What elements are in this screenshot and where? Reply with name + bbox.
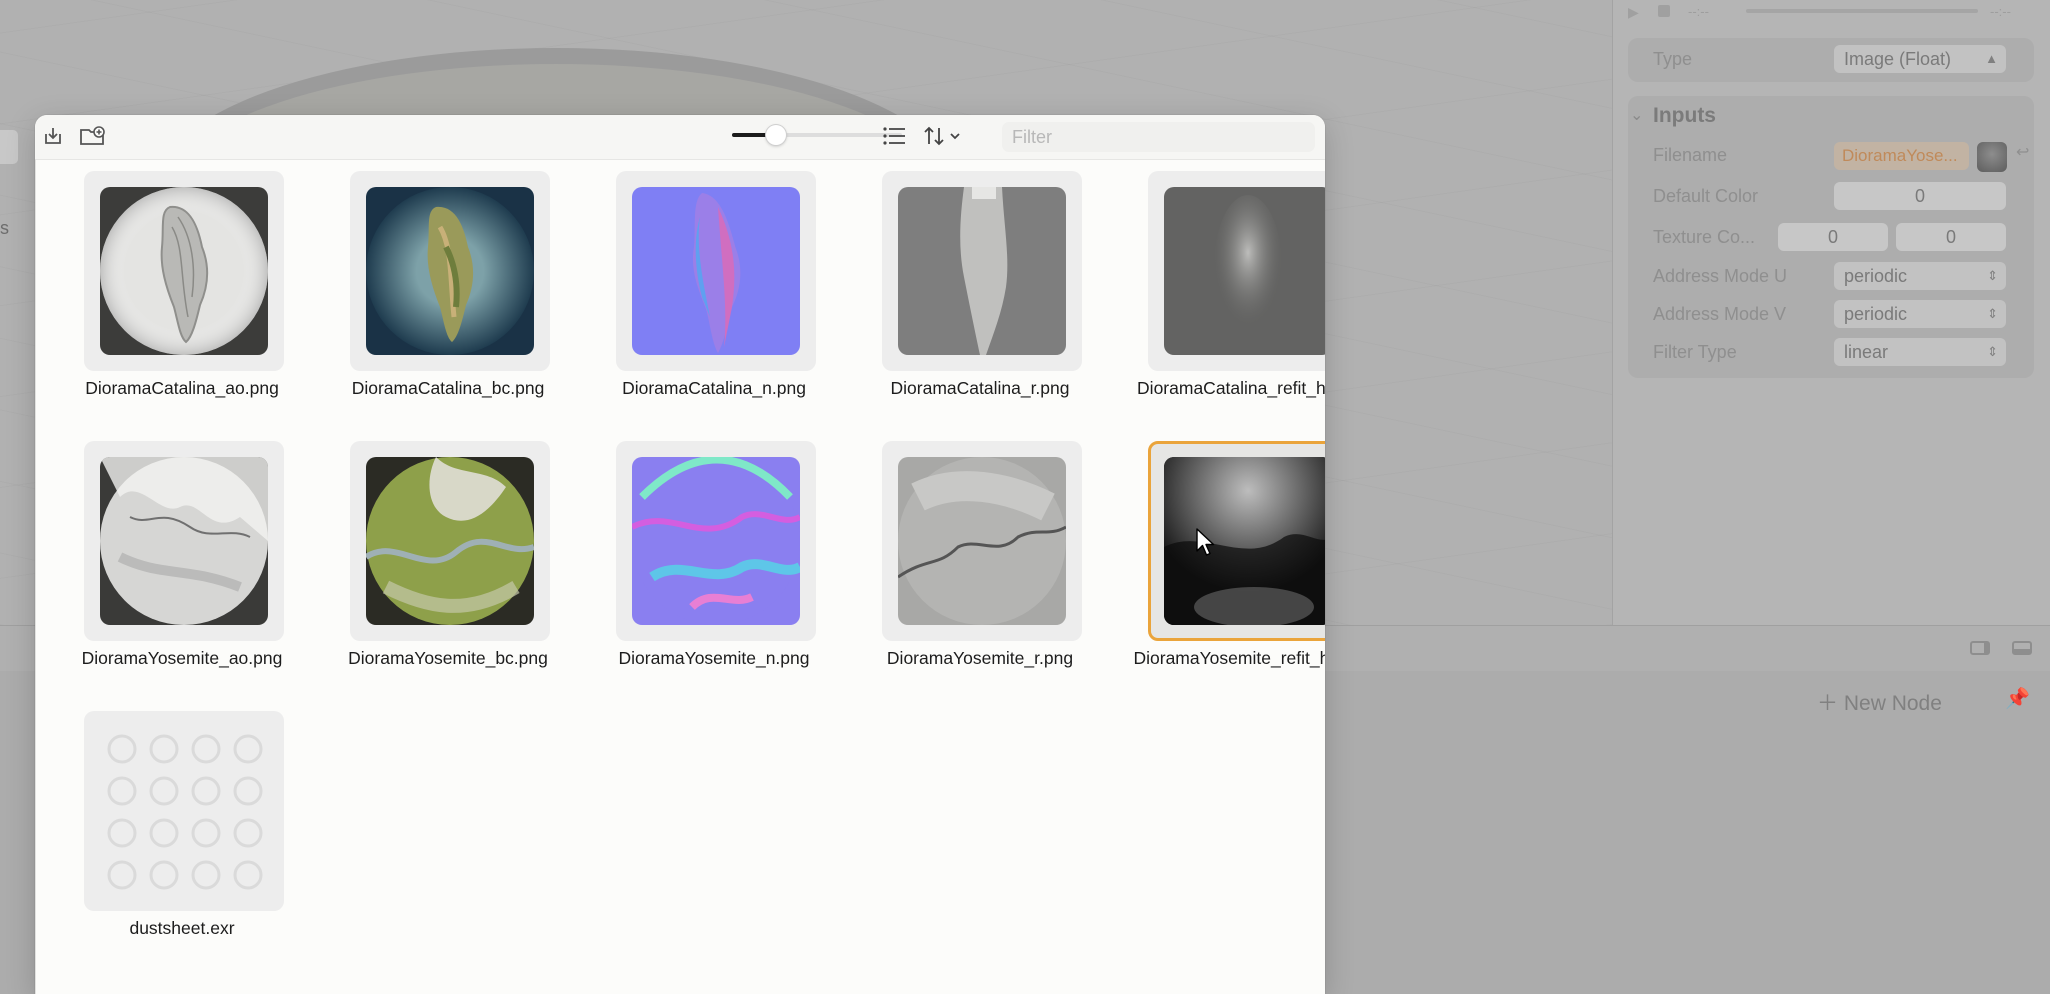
filter-type-value: linear	[1844, 342, 1889, 362]
file-name-label: DioramaYosemite_n.png	[618, 648, 810, 668]
sidebar-toggle-icon[interactable]	[1970, 641, 1990, 655]
file-tile[interactable]: DioramaCatalina_refit_h.exr	[1113, 171, 1325, 421]
thumbnail-image	[366, 457, 534, 625]
file-tile[interactable]: DioramaCatalina_ao.png	[49, 171, 315, 421]
bottom-panel-toggle-icon[interactable]	[2012, 641, 2032, 655]
file-name-label: DioramaCatalina_bc.png	[351, 378, 545, 398]
file-thumbnail[interactable]	[616, 441, 816, 641]
updown-icon: ⇕	[1987, 306, 1998, 321]
file-name-label: DioramaCatalina_refit_h.exr	[1137, 378, 1325, 398]
reset-icon[interactable]: ↩	[2016, 142, 2029, 162]
file-thumbnail[interactable]	[616, 171, 816, 371]
time-start: --:--	[1688, 4, 1709, 19]
sort-icon[interactable]	[923, 125, 967, 152]
address-mode-u-select[interactable]: periodic ⇕	[1834, 262, 2006, 290]
file-thumbnail[interactable]	[84, 711, 284, 911]
file-picker-toolbar	[35, 115, 1325, 160]
file-name-label: DioramaCatalina_r.png	[890, 378, 1070, 398]
file-picker-sheet: DioramaCatalina_ao.png DioramaCatalina_bc…	[35, 115, 1325, 994]
filter-type-select[interactable]: linear ⇕	[1834, 338, 2006, 366]
address-mode-v-select[interactable]: periodic ⇕	[1834, 300, 2006, 328]
file-name-label: dustsheet.exr	[129, 918, 235, 938]
time-end: --:--	[1990, 4, 2011, 19]
slider-knob[interactable]	[766, 125, 786, 145]
file-tile[interactable]: DioramaYosemite_bc.png	[315, 441, 581, 691]
file-thumbnail[interactable]	[1148, 441, 1325, 641]
address-mode-u-label: Address Mode U	[1653, 266, 1788, 286]
file-thumbnail[interactable]	[84, 441, 284, 641]
file-tile[interactable]: DioramaYosemite_r.png	[847, 441, 1113, 691]
thumbnail-image	[100, 457, 268, 625]
plus-icon: ＋	[1817, 692, 1838, 715]
file-thumbnail[interactable]	[882, 171, 1082, 371]
updown-icon: ▲	[1985, 51, 1998, 66]
thumbnail-image	[632, 187, 800, 355]
chevron-down-icon[interactable]: ⌄	[1630, 105, 1643, 125]
default-color-label: Default Color	[1653, 186, 1759, 206]
pin-icon[interactable]: 📌	[2005, 686, 2030, 711]
timeline-scrubber[interactable]	[1746, 9, 1978, 13]
sidebar-selection-fragment	[0, 130, 18, 164]
texture-coord-v-field[interactable]: 0	[1896, 223, 2006, 251]
file-tile[interactable]: dustsheet.exr	[49, 711, 315, 961]
file-thumbnail[interactable]	[1148, 171, 1325, 371]
address-mode-v-value: periodic	[1844, 304, 1908, 324]
filename-thumbnail[interactable]	[1977, 142, 2007, 172]
file-thumbnail[interactable]	[350, 171, 550, 371]
type-select[interactable]: Image (Float) ▲	[1834, 45, 2006, 73]
sheet-divider	[35, 159, 36, 994]
file-tile[interactable]: DioramaYosemite_n.png	[581, 441, 847, 691]
filter-input[interactable]	[1002, 122, 1315, 152]
inputs-section-title: Inputs	[1653, 104, 1716, 127]
type-label: Type	[1653, 49, 1693, 69]
thumbnail-image	[100, 187, 268, 355]
new-folder-icon[interactable]	[79, 125, 107, 152]
thumbnail-image	[1164, 457, 1325, 625]
file-tile[interactable]: DioramaCatalina_n.png	[581, 171, 847, 421]
default-color-field[interactable]: 0	[1834, 182, 2006, 210]
file-name-label: DioramaYosemite_ao.png	[81, 648, 283, 668]
thumbnail-image	[366, 187, 534, 355]
updown-icon: ⇕	[1987, 268, 1998, 283]
file-thumbnail[interactable]	[84, 171, 284, 371]
stop-icon[interactable]	[1658, 5, 1670, 17]
file-name-label: DioramaYosemite_refit_h.exr	[1133, 648, 1325, 668]
file-tile[interactable]: DioramaCatalina_bc.png	[315, 171, 581, 421]
thumbnail-size-slider[interactable]	[732, 125, 902, 145]
import-icon[interactable]	[42, 125, 64, 152]
filename-label: Filename	[1653, 145, 1728, 165]
updown-icon: ⇕	[1987, 344, 1998, 359]
new-node-button[interactable]: ＋ New Node	[1817, 687, 1942, 717]
thumbnail-image	[898, 457, 1066, 625]
file-name-label: DioramaCatalina_ao.png	[85, 378, 279, 398]
thumbnail-image	[100, 727, 268, 895]
file-thumbnail[interactable]	[350, 441, 550, 641]
address-mode-u-value: periodic	[1844, 266, 1908, 286]
sidebar-text-fragment: s	[0, 218, 9, 238]
file-thumbnail[interactable]	[882, 441, 1082, 641]
file-name-label: DioramaYosemite_bc.png	[348, 648, 548, 668]
thumbnail-image	[898, 187, 1066, 355]
file-name-label: DioramaYosemite_r.png	[886, 648, 1074, 668]
type-select-value: Image (Float)	[1844, 49, 1952, 69]
list-view-icon[interactable]	[882, 126, 906, 151]
file-tile[interactable]: DioramaCatalina_r.png	[847, 171, 1113, 421]
texture-coord-u-field[interactable]: 0	[1778, 223, 1888, 251]
thumbnail-image	[632, 457, 800, 625]
play-icon[interactable]: ▶	[1628, 4, 1639, 21]
address-mode-v-label: Address Mode V	[1653, 304, 1787, 324]
file-tile[interactable]: DioramaYosemite_refit_h.exr	[1113, 441, 1325, 691]
mouse-cursor-icon	[1196, 528, 1215, 556]
thumbnail-image	[1164, 187, 1325, 355]
new-node-label: New Node	[1843, 692, 1942, 715]
texture-coord-label: Texture Co...	[1653, 227, 1756, 247]
file-tile[interactable]: DioramaYosemite_ao.png	[49, 441, 315, 691]
filename-field[interactable]: DioramaYose...	[1834, 142, 1969, 170]
file-name-label: DioramaCatalina_n.png	[622, 378, 806, 398]
filter-type-label: Filter Type	[1653, 342, 1737, 362]
